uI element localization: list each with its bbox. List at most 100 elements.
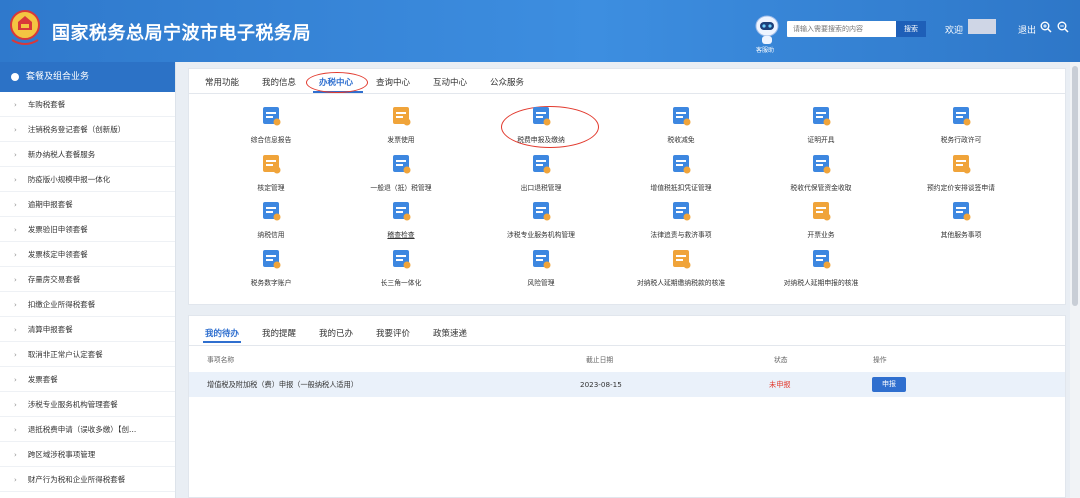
service-item[interactable]: 长三角一体化 <box>341 248 461 287</box>
todo-divider <box>189 345 1065 346</box>
export-refund-icon <box>533 155 551 174</box>
service-item[interactable]: 稽查检查 <box>341 200 461 239</box>
certificate-icon <box>813 107 831 126</box>
row-status-badge: 未申报 <box>769 380 791 389</box>
sidebar-item[interactable]: › 涉税专业服务机构管理套餐 <box>0 392 175 417</box>
service-item[interactable]: 综合信息报告 <box>211 105 331 144</box>
sidebar-item[interactable]: › 逾期申报套餐 <box>0 192 175 217</box>
tab-my-done[interactable]: 我的已办 <box>319 327 353 339</box>
service-item[interactable]: 发票使用 <box>341 105 461 144</box>
zoom-out-icon[interactable] <box>1057 21 1069 33</box>
declare-button[interactable]: 申报 <box>872 377 906 392</box>
scrollbar-thumb[interactable] <box>1072 66 1078 306</box>
hand-coin-icon <box>533 107 551 126</box>
service-item[interactable]: 对纳税人延期申报的核准 <box>761 248 881 287</box>
service-item[interactable]: 预约定价安排谈签申请 <box>901 153 1021 192</box>
sidebar-heading[interactable]: 套餐及组合业务 <box>0 62 175 92</box>
chevron-right-icon: › <box>14 301 17 309</box>
sidebar-item[interactable]: › 财产行为税和企业所得税套餐 <box>0 467 175 492</box>
service-item-label: 一般退（抵）税管理 <box>370 184 432 192</box>
service-item[interactable]: 税费申报及缴纳 <box>481 105 601 144</box>
chevron-right-icon: › <box>14 426 17 434</box>
service-item-label: 纳税信用 <box>257 231 285 239</box>
chevron-right-icon: › <box>14 201 17 209</box>
service-item-label: 综合信息报告 <box>250 136 292 144</box>
sidebar-item[interactable]: › 发票核定申领套餐 <box>0 242 175 267</box>
service-item[interactable]: 涉税专业服务机构管理 <box>481 200 601 239</box>
logout-link[interactable]: 退出 <box>1018 23 1036 36</box>
deferred-filing-icon <box>813 250 831 269</box>
chevron-right-icon: › <box>14 251 17 259</box>
service-item-label: 增值税抵扣凭证管理 <box>650 184 712 192</box>
sidebar-item[interactable]: › 发票验旧申领套餐 <box>0 217 175 242</box>
service-item-label: 对纳税人延期缴纳税款的核准 <box>636 279 726 287</box>
tab-evaluate[interactable]: 我要评价 <box>376 327 410 339</box>
service-item[interactable]: 法律追责与救济事项 <box>621 200 741 239</box>
tab-interaction-center[interactable]: 互动中心 <box>433 76 467 88</box>
sidebar-item[interactable]: › 取消非正常户认定套餐 <box>0 342 175 367</box>
sidebar: 套餐及组合业务 › 车购税套餐 › 注销税务登记套餐（创新版） › 新办纳税人套餐服务 › 防… <box>0 62 176 498</box>
todo-panel: 我的待办 我的提醒 我的已办 我要评价 政策速递 事项名称 截止日期 状态 操作… <box>188 315 1066 498</box>
chevron-right-icon: › <box>14 451 17 459</box>
service-item[interactable]: 其他服务事项 <box>901 200 1021 239</box>
col-deadline: 截止日期 <box>586 356 614 364</box>
voucher-deduct-icon <box>673 155 691 174</box>
tab-my-reminders[interactable]: 我的提醒 <box>262 327 296 339</box>
service-item[interactable]: 增值税抵扣凭证管理 <box>621 153 741 192</box>
sidebar-item[interactable]: › 新办纳税人套餐服务 <box>0 142 175 167</box>
service-item[interactable]: 证明开具 <box>761 105 881 144</box>
sidebar-item-label: 新办纳税人套餐服务 <box>27 150 96 159</box>
service-item[interactable]: 纳税信用 <box>211 200 331 239</box>
tab-public-service[interactable]: 公众服务 <box>490 76 524 88</box>
service-item-label: 证明开具 <box>807 136 835 144</box>
tab-policy-news[interactable]: 政策速递 <box>433 327 467 339</box>
search-input[interactable] <box>787 21 897 37</box>
digital-account-icon <box>263 250 281 269</box>
chevron-right-icon: › <box>14 226 17 234</box>
service-item[interactable]: 出口退税管理 <box>481 153 601 192</box>
sidebar-item[interactable]: › 清算申报套餐 <box>0 317 175 342</box>
tab-my-todo[interactable]: 我的待办 <box>205 327 239 339</box>
sidebar-item[interactable]: › 车购税套餐 <box>0 92 175 117</box>
sidebar-item[interactable]: › 发票套餐 <box>0 367 175 392</box>
chevron-right-icon: › <box>14 151 17 159</box>
service-item[interactable]: 税务数字账户 <box>211 248 331 287</box>
service-item[interactable]: 税收减免 <box>621 105 741 144</box>
service-item-label: 开票业务 <box>807 231 835 239</box>
sidebar-item[interactable]: › 存量房交易套餐 <box>0 267 175 292</box>
bullet-icon <box>11 73 19 81</box>
service-item[interactable]: 一般退（抵）税管理 <box>341 153 461 192</box>
robot-assistant-icon[interactable] <box>752 12 782 46</box>
sidebar-item[interactable]: › 扣缴企业所得税套餐 <box>0 292 175 317</box>
service-item[interactable]: 对纳税人延期缴纳税款的核准 <box>621 248 741 287</box>
top-header: 国家税务总局宁波市电子税务局 客服助 搜索 欢迎 退出 <box>0 0 1080 62</box>
service-item[interactable]: 税务行政许可 <box>901 105 1021 144</box>
service-item-label: 其他服务事项 <box>940 231 982 239</box>
col-status: 状态 <box>774 356 788 364</box>
legal-gavel-icon <box>673 202 691 221</box>
col-item-name: 事项名称 <box>207 356 235 364</box>
tax-emblem-logo <box>10 10 40 45</box>
sidebar-item[interactable]: › 防疫版小规模申报一体化 <box>0 167 175 192</box>
tab-my-info[interactable]: 我的信息 <box>262 76 296 88</box>
sidebar-item[interactable]: › 注销税务登记套餐（创新版） <box>0 117 175 142</box>
service-item[interactable]: 税收代保管资金收取 <box>761 153 881 192</box>
service-item-label: 出口退税管理 <box>520 184 562 192</box>
refund-badge-icon <box>393 155 411 174</box>
service-item[interactable]: 核定管理 <box>211 153 331 192</box>
robot-label: 客服助 <box>756 47 775 54</box>
sidebar-item-label: 存量房交易套餐 <box>27 275 81 284</box>
search-button[interactable]: 搜索 <box>896 21 926 37</box>
sidebar-item[interactable]: › 跨区域涉税事项管理 <box>0 442 175 467</box>
sidebar-item-label: 发票套餐 <box>27 375 58 384</box>
service-item[interactable]: 开票业务 <box>761 200 881 239</box>
sidebar-item-label: 车购税套餐 <box>27 100 66 109</box>
service-item[interactable]: 风险管理 <box>481 248 601 287</box>
service-item-label: 法律追责与救济事项 <box>650 231 712 239</box>
sidebar-item[interactable]: › 退抵税费申请（误收多缴）【创... <box>0 417 175 442</box>
sidebar-item-label: 财产行为税和企业所得税套餐 <box>27 475 126 484</box>
zoom-in-icon[interactable] <box>1040 21 1052 33</box>
tab-query-center[interactable]: 查询中心 <box>376 76 410 88</box>
highlight-circle-tab <box>306 72 368 93</box>
tab-common[interactable]: 常用功能 <box>205 76 239 88</box>
